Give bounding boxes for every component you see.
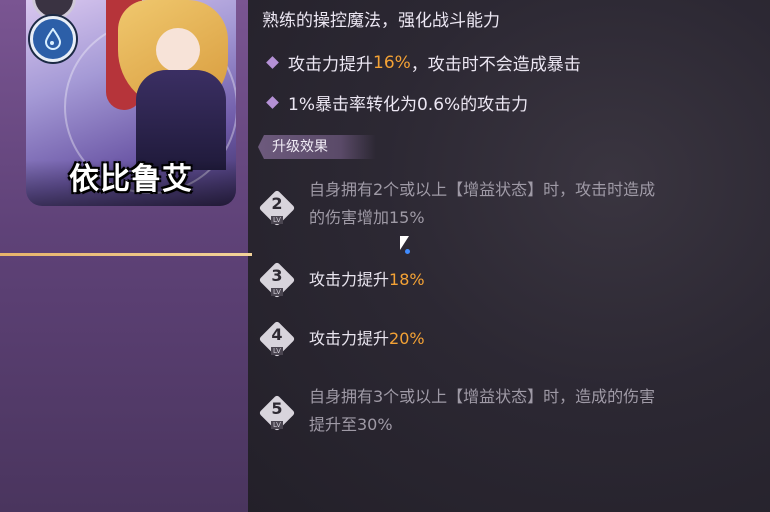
level-5-badge: 5 LV — [258, 394, 298, 434]
cursor-indicator — [405, 249, 410, 254]
skill-description: 熟练的操控魔法，强化战斗能力 — [262, 11, 500, 31]
level-4-pre: 攻击力提升 — [309, 329, 390, 348]
diamond-bullet-icon — [266, 56, 279, 69]
upgrade-effect-header: 升级效果 — [258, 135, 376, 159]
level-5-line-2: 提升至30% — [309, 415, 393, 434]
lv-tag: LV — [271, 347, 283, 355]
level-4-value: 20% — [389, 329, 425, 348]
effect-bullet-1: 攻击力提升 16% ，攻击时不会造成暴击 — [266, 50, 581, 75]
bullet-1-post: ，攻击时不会造成暴击 — [410, 55, 581, 75]
level-5-text: 自身拥有3个或以上【增益状态】时，造成的伤害 提升至30% — [309, 383, 759, 439]
mouse-cursor-icon — [400, 236, 409, 250]
level-5-number: 5 — [271, 399, 283, 418]
level-4-badge: 4 LV — [258, 320, 298, 360]
character-name: 依比鲁艾 — [69, 162, 193, 197]
card-divider — [0, 253, 252, 256]
effect-bullet-2: 1%暴击率转化为0.6%的攻击力 — [266, 90, 529, 115]
level-3-value: 18% — [389, 270, 425, 289]
level-2-number: 2 — [271, 194, 283, 213]
water-drop-glyph — [44, 28, 62, 50]
level-3-number: 3 — [271, 266, 283, 285]
level-2-text: 自身拥有2个或以上【增益状态】时，攻击时造成 的伤害增加15% — [309, 176, 759, 232]
level-2-line-2: 的伤害增加15% — [309, 208, 425, 227]
diamond-bullet-icon — [266, 96, 279, 109]
bullet-1-pre: 攻击力提升 — [288, 55, 373, 75]
level-4-number: 4 — [271, 325, 283, 344]
level-3-badge: 3 LV — [258, 261, 298, 301]
lv-tag: LV — [271, 216, 283, 224]
bullet-2-text: 1%暴击率转化为0.6%的攻击力 — [288, 95, 529, 115]
level-4-text: 攻击力提升20% — [309, 325, 759, 353]
level-3-text: 攻击力提升18% — [309, 266, 759, 294]
lv-tag: LV — [271, 288, 283, 296]
level-2-badge: 2 LV — [258, 189, 298, 229]
lv-tag: LV — [271, 421, 283, 429]
character-face — [156, 28, 200, 72]
level-3-pre: 攻击力提升 — [309, 270, 390, 289]
level-2-line-1: 自身拥有2个或以上【增益状态】时，攻击时造成 — [309, 180, 656, 199]
bullet-1-value: 16% — [373, 52, 411, 73]
water-drop-icon[interactable] — [30, 16, 76, 62]
level-5-line-1: 自身拥有3个或以上【增益状态】时，造成的伤害 — [309, 387, 656, 406]
